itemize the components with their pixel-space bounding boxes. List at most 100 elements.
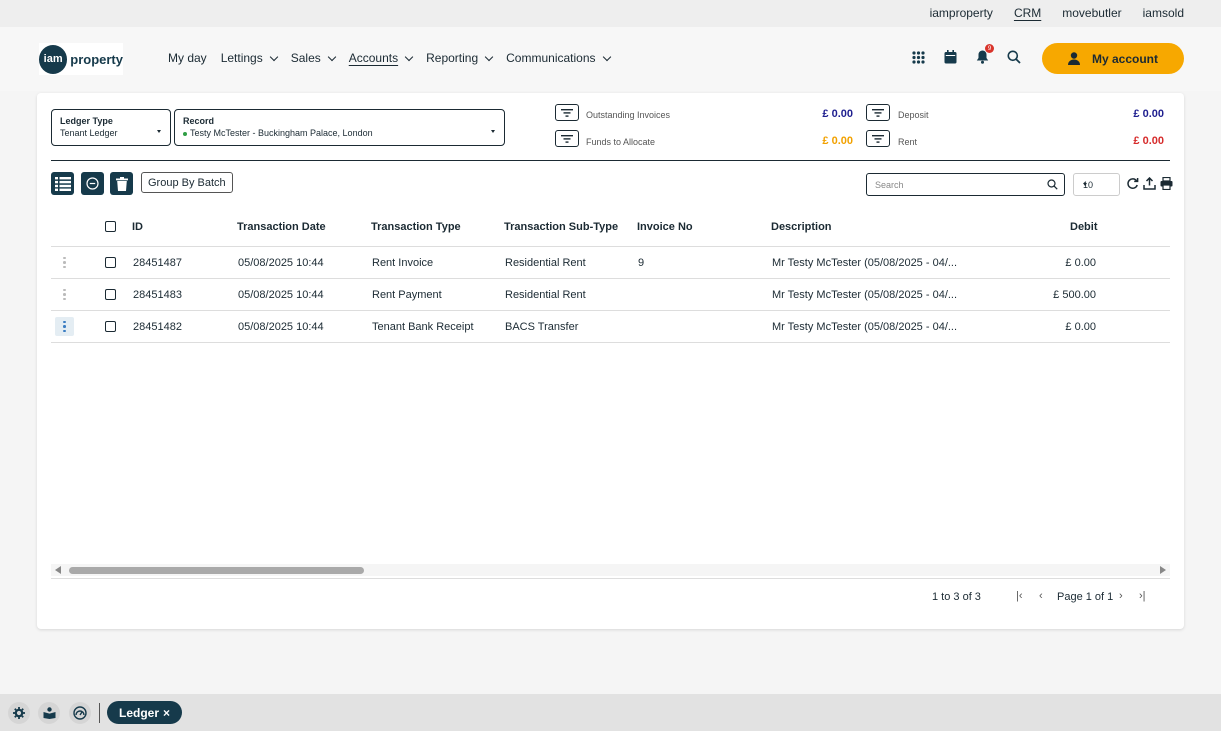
cell-description: Mr Testy McTester (05/08/2025 - 04/... [772,321,958,333]
minus-circle-icon [86,177,99,190]
last-page-button[interactable]: ›| [1139,590,1146,602]
notification-badge: 9 [985,44,994,53]
delete-button[interactable] [110,172,133,195]
top-link-iamproperty[interactable]: iamproperty [930,6,993,20]
ledger-tab[interactable]: Ledger × [107,701,183,724]
scrollbar-thumb[interactable] [69,567,364,574]
menu-reporting[interactable]: Reporting [426,51,494,65]
menu-label: Accounts [348,51,399,65]
menu: My day Lettings Sales Accounts Reporting… [168,51,611,65]
dashboard-button[interactable] [69,702,91,724]
column-header-id[interactable]: ID [132,221,143,233]
row-checkbox[interactable] [105,321,116,332]
select-all-checkbox[interactable] [105,221,116,232]
table-row[interactable]: 28451483 05/08/2025 10:44 Rent Payment R… [51,279,1170,311]
cell-subtype: Residential Rent [505,289,586,301]
list-view-button[interactable] [51,172,74,195]
outstanding-invoices-label: Outstanding Invoices [586,110,671,120]
export-icon[interactable] [1143,177,1156,190]
record-value: Testy McTester - Buckingham Palace, Lond… [190,128,373,138]
row-menu-icon[interactable] [55,253,74,272]
rent-filter-button[interactable] [866,130,890,147]
menu-communications[interactable]: Communications [506,51,611,65]
deposit-label: Deposit [898,110,929,120]
outstanding-invoices-filter-button[interactable] [555,104,579,121]
menu-sales[interactable]: Sales [291,51,336,65]
list-icon [54,176,71,191]
prev-page-button[interactable]: ‹ [1039,590,1043,602]
cell-type: Tenant Bank Receipt [372,321,474,333]
gear-icon [13,707,25,719]
row-checkbox[interactable] [105,289,116,300]
cell-date: 05/08/2025 10:44 [238,257,324,269]
next-page-button[interactable]: › [1119,590,1123,602]
ledger-type-select[interactable]: Ledger Type Tenant Ledger [51,109,171,146]
top-link-movebutler[interactable]: movebutler [1062,6,1121,20]
deposit-filter-button[interactable] [866,104,890,121]
column-header-subtype[interactable]: Transaction Sub-Type [504,221,618,233]
collapse-button[interactable] [81,172,104,195]
table-row[interactable]: 28451482 05/08/2025 10:44 Tenant Bank Re… [51,311,1170,343]
menu-lettings[interactable]: Lettings [220,51,278,65]
top-strip: iamproperty CRM movebutler iamsold [0,0,1221,27]
divider [51,160,1170,161]
print-icon[interactable] [1160,177,1173,190]
search-field[interactable]: Search [866,173,1065,196]
column-header-type[interactable]: Transaction Type [371,221,461,233]
table-header: ID Transaction Date Transaction Type Tra… [51,215,1170,247]
main-nav: iam property My day Lettings Sales Accou… [0,27,1221,91]
filter-icon [561,134,573,143]
horizontal-scrollbar[interactable] [51,564,1170,576]
search-icon[interactable] [1006,49,1022,65]
refresh-icon[interactable] [1126,177,1139,190]
status-dot-icon [183,131,187,136]
menu-label: My day [168,51,207,65]
cell-description: Mr Testy McTester (05/08/2025 - 04/... [772,257,958,269]
ledger-type-value: Tenant Ledger [60,128,118,138]
bell-icon[interactable]: 9 [974,44,994,65]
top-link-iamsold[interactable]: iamsold [1143,6,1184,20]
cell-id: 28451487 [133,257,182,269]
logo-text: property [70,51,123,67]
column-header-description[interactable]: Description [771,221,832,233]
apps-grid-icon[interactable] [910,49,926,65]
first-page-button[interactable]: |‹ [1016,590,1023,602]
cell-invoice: 9 [638,257,645,269]
rent-value: £ 0.00 [1133,135,1164,147]
cell-type: Rent Invoice [372,257,434,269]
menu-accounts[interactable]: Accounts [348,51,414,65]
scroll-right-icon[interactable] [1160,566,1166,574]
column-header-invoice[interactable]: Invoice No [637,221,693,233]
row-checkbox[interactable] [105,257,116,268]
chevron-down-icon [269,52,278,61]
cell-debit: £ 0.00 [1065,257,1096,269]
guide-button[interactable] [38,702,60,724]
top-link-crm[interactable]: CRM [1014,6,1041,20]
menu-label: Lettings [220,51,263,65]
pagination-range: 1 to 3 of 3 [932,591,981,603]
calendar-icon[interactable] [942,49,958,65]
cell-date: 05/08/2025 10:44 [238,321,324,333]
scroll-left-icon[interactable] [55,566,61,574]
trash-icon [115,176,128,191]
table-row[interactable]: 28451487 05/08/2025 10:44 Rent Invoice R… [51,247,1170,279]
funds-to-allocate-filter-button[interactable] [555,130,579,147]
caret-down-icon [1083,183,1087,186]
row-menu-icon[interactable] [55,317,74,336]
ledger-tab-label: Ledger [119,705,160,720]
logo[interactable]: iam property [39,43,123,75]
record-select[interactable]: Record Testy McTester - Buckingham Palac… [174,109,505,146]
group-by-batch-button[interactable]: Group By Batch [141,172,233,193]
my-account-button[interactable]: My account [1042,43,1184,74]
menu-my-day[interactable]: My day [168,51,207,65]
row-menu-icon[interactable] [55,285,74,304]
cell-type: Rent Payment [372,289,442,301]
column-header-debit[interactable]: Debit [1070,221,1098,233]
settings-button[interactable] [8,702,30,724]
separator [99,703,100,723]
column-header-date[interactable]: Transaction Date [237,221,326,233]
page-size-select[interactable]: 10 [1073,173,1120,196]
chevron-down-icon [602,52,611,61]
close-icon[interactable]: × [163,706,170,720]
chevron-down-icon [404,52,414,61]
